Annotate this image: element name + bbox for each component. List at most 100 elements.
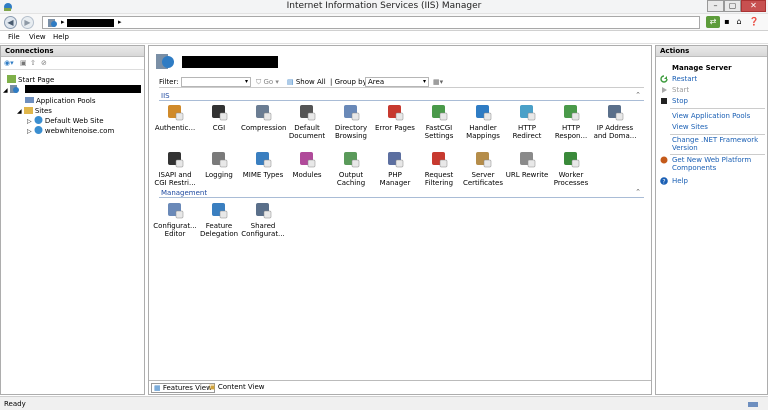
url-rewrite-icon — [519, 152, 535, 168]
feature-isapi-and-cgi-restri[interactable]: ISAPI and CGI Restri... — [153, 151, 197, 187]
section-iis[interactable]: IIS ⌃ — [159, 91, 644, 101]
redacted-server-title — [182, 56, 278, 68]
feature-shared-configurat[interactable]: Shared Configurat... — [241, 202, 285, 238]
tree-sites[interactable]: ◢ Sites — [17, 106, 52, 115]
menu-file[interactable]: File — [8, 33, 20, 41]
feature-ip-address-and-doma[interactable]: IP Address and Doma... — [593, 104, 637, 140]
stop-icon[interactable]: ▪ — [722, 16, 732, 28]
stop-action[interactable]: Stop — [672, 97, 688, 105]
help-dropdown-icon[interactable]: ❓ — [747, 16, 761, 28]
view-application-pools-action[interactable]: View Application Pools — [672, 112, 750, 120]
feature-error-pages[interactable]: Error Pages — [373, 104, 417, 132]
address-field[interactable]: ▸ ▸ — [42, 16, 700, 29]
feature-fastcgi-settings[interactable]: FastCGI Settings — [417, 104, 461, 140]
home-icon[interactable]: ⌂ — [734, 16, 744, 28]
mime-types-icon — [255, 152, 271, 168]
feature-compression[interactable]: Compression — [241, 104, 286, 132]
filter-bar: Filter: ▾ ⛉ Go ▾ ▤ Show All | Group by: … — [159, 76, 644, 88]
feature-http-redirect[interactable]: HTTP Redirect — [505, 104, 549, 140]
expand-arrow-icon[interactable]: ▷ — [27, 128, 32, 135]
get-web-platform-action[interactable]: Get New Web Platform Components — [672, 156, 751, 172]
tree-application-pools[interactable]: Application Pools — [25, 96, 95, 105]
feature-handler-mappings[interactable]: Handler Mappings — [461, 104, 505, 140]
feature-modules[interactable]: Modules — [285, 151, 329, 179]
menu-bar: File View Help — [0, 31, 768, 44]
feature-label-line2: Document — [288, 132, 326, 140]
collapse-arrow-icon[interactable]: ◢ — [3, 87, 8, 94]
maximize-button[interactable]: ▢ — [724, 0, 741, 12]
feature-cgi[interactable]: CGI — [197, 104, 241, 132]
collapse-arrow-icon[interactable]: ◢ — [17, 108, 22, 115]
filter-input[interactable]: ▾ — [181, 77, 251, 87]
feature-label: Shared — [250, 222, 276, 230]
connections-panel: Connections ◉▾ ▣ ⇧ ⊘ Start Page ◢ Applic… — [0, 45, 145, 395]
configurat-editor-icon — [167, 203, 183, 219]
change-net-framework-action[interactable]: Change .NET Framework Version — [672, 136, 758, 152]
view-sites-action[interactable]: View Sites — [672, 123, 708, 131]
collapse-icon[interactable]: ⌃ — [635, 91, 641, 99]
up-icon[interactable]: ⇧ — [30, 59, 36, 67]
feature-request-filtering[interactable]: Request Filtering — [417, 151, 461, 187]
feature-worker-processes[interactable]: Worker Processes — [549, 151, 593, 187]
status-text: Ready — [4, 400, 26, 408]
feature-label: Request — [424, 171, 454, 179]
expand-arrow-icon[interactable]: ▷ — [27, 118, 32, 125]
disconnect-icon[interactable]: ⊘ — [41, 59, 47, 67]
section-management[interactable]: Management ⌃ — [159, 188, 644, 198]
tree-start-page[interactable]: Start Page — [7, 75, 54, 84]
help-action[interactable]: Help — [672, 177, 688, 185]
show-all-button[interactable]: ▤ Show All — [287, 78, 326, 86]
feature-configurat-editor[interactable]: Configurat... Editor — [153, 202, 197, 238]
svg-text:?: ? — [662, 178, 665, 185]
minimize-button[interactable]: – — [707, 0, 724, 12]
tree-site-default-web-site[interactable]: ▷ Default Web Site — [27, 116, 104, 125]
go-button[interactable]: ⛉ Go ▾ — [256, 78, 279, 87]
refresh-icon[interactable]: ⇄ — [706, 16, 720, 28]
chevron-down-icon[interactable]: ▾ — [245, 78, 248, 85]
feature-url-rewrite[interactable]: URL Rewrite — [505, 151, 549, 179]
feature-default-document[interactable]: Default Document — [285, 104, 329, 140]
feature-mime-types[interactable]: MIME Types — [241, 151, 285, 179]
manage-server-heading: Manage Server — [672, 64, 732, 72]
feature-http-respon[interactable]: HTTP Respon... — [549, 104, 593, 140]
feature-output-caching[interactable]: Output Caching — [329, 151, 373, 187]
feature-php-manager[interactable]: PHP Manager — [373, 151, 417, 187]
actions-panel: Actions Manage Server Restart Start Stop… — [655, 45, 768, 395]
connections-title: Connections — [1, 46, 144, 57]
tree-site-webwhitenoise[interactable]: ▷ webwhitenoise.com — [27, 126, 114, 135]
menu-view[interactable]: View — [29, 33, 46, 41]
tree-server-node[interactable]: ◢ — [3, 85, 141, 94]
feature-label: Logging — [205, 171, 233, 179]
stop-icon — [661, 98, 667, 104]
restart-action[interactable]: Restart — [672, 75, 697, 83]
feature-authentic[interactable]: Authentic... — [153, 104, 197, 132]
feature-label: Feature — [205, 222, 233, 230]
feature-directory-browsing[interactable]: Directory Browsing — [329, 104, 373, 140]
feature-label: Configurat... — [153, 222, 197, 230]
feature-server-certificates[interactable]: Server Certificates — [461, 151, 505, 187]
content-view-tab[interactable]: ▣ Content View — [207, 383, 267, 393]
features-view-tab[interactable]: ▦ Features View — [151, 383, 215, 393]
divider — [670, 108, 765, 109]
feature-label-line2: Caching — [336, 179, 366, 187]
view-mode-icon[interactable]: ▦▾ — [433, 78, 443, 86]
feature-label: Error Pages — [375, 124, 415, 132]
feature-label-line2: Respon... — [554, 132, 588, 140]
menu-help[interactable]: Help — [53, 33, 69, 41]
filter-label: Filter: — [159, 78, 179, 86]
features-header — [149, 46, 651, 74]
save-icon[interactable]: ▣ — [20, 59, 27, 67]
breadcrumb-arrow-icon: ▸ — [118, 18, 122, 26]
close-button[interactable]: ✕ — [741, 0, 766, 12]
feature-label: CGI — [212, 124, 226, 132]
collapse-icon[interactable]: ⌃ — [635, 188, 641, 196]
feature-logging[interactable]: Logging — [197, 151, 241, 179]
feature-label-line2: and Doma... — [593, 132, 637, 140]
group-by-select[interactable]: Area ▾ — [365, 77, 429, 87]
feature-feature-delegation[interactable]: Feature Delegation — [197, 202, 241, 238]
back-button[interactable]: ◀ — [4, 16, 17, 29]
forward-button[interactable]: ▶ — [21, 16, 34, 29]
connect-icon[interactable]: ◉▾ — [4, 59, 14, 67]
feature-label: Handler — [469, 124, 497, 132]
start-action[interactable]: Start — [672, 86, 689, 94]
